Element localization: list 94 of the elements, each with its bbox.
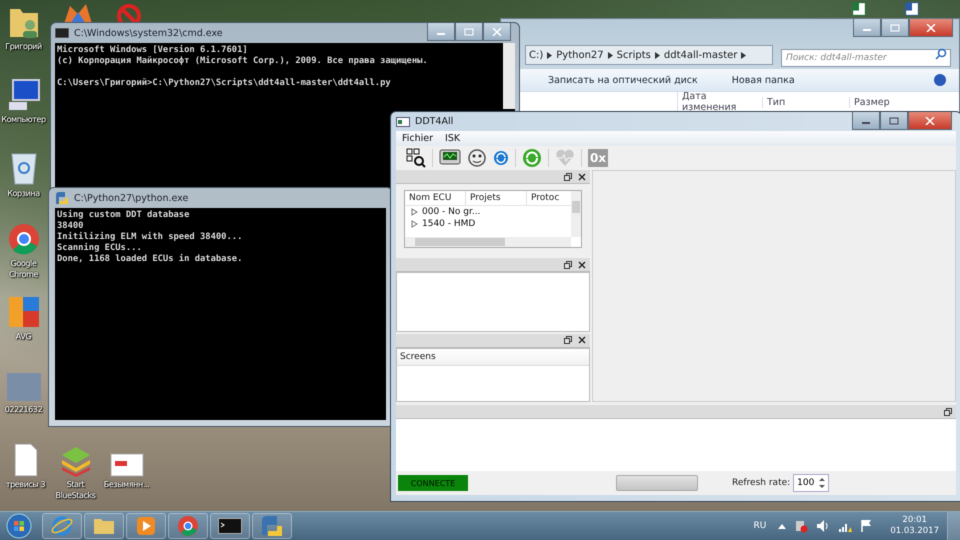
window-title: C:\Windows\system32\cmd.exe: [74, 28, 223, 38]
console-icon: [55, 28, 69, 38]
maximize-button[interactable]: [880, 112, 908, 130]
python-icon: [261, 515, 283, 537]
scrollbar[interactable]: [503, 43, 515, 109]
tree-item[interactable]: 000 - No gr...: [405, 206, 571, 218]
minimize-button[interactable]: [853, 19, 881, 37]
search-icon: [935, 48, 947, 60]
close-button[interactable]: [483, 23, 511, 41]
console-line: Using custom DDT database: [57, 210, 190, 220]
window-title: DDT4All: [415, 116, 454, 127]
desktop-icon-label[interactable]: Безымянн...: [104, 479, 150, 490]
float-icon[interactable]: [564, 260, 572, 269]
close-button[interactable]: [908, 112, 952, 130]
close-icon[interactable]: [578, 336, 586, 344]
console-line: (c) Корпорация Майкрософт (Microsoft Corp.), 2009. Все права защищены.: [57, 56, 428, 66]
browser-icon: [51, 515, 73, 537]
float-icon[interactable]: [564, 172, 572, 180]
toolbar-button[interactable]: Записать на оптический диск: [548, 74, 698, 86]
chevron-icon: [608, 52, 613, 58]
desktop-icon-label[interactable]: тревисы 3: [6, 479, 46, 490]
window-title: C:\Python27\python.exe: [74, 192, 188, 204]
search-field[interactable]: Поиск: ddt4all-master: [781, 49, 951, 67]
clock[interactable]: 20:01 01.03.2017: [890, 515, 939, 537]
column-header[interactable]: Projets: [466, 191, 527, 205]
close-button[interactable]: [909, 19, 953, 37]
expand-arrow-icon[interactable]: [411, 208, 418, 216]
column-header[interactable]: Тип: [762, 96, 849, 108]
close-icon[interactable]: [578, 172, 586, 180]
connection-status: CONNECTE: [398, 475, 468, 491]
close-icon: [925, 116, 935, 124]
maximize-icon: [464, 28, 474, 36]
close-icon: [492, 28, 502, 36]
float-icon[interactable]: [944, 408, 952, 416]
column-header[interactable]: Размер: [849, 96, 890, 108]
desktop-icon-label[interactable]: Григорий: [5, 41, 42, 52]
column-header[interactable]: Nom ECU: [405, 191, 466, 205]
flag-icon[interactable]: [860, 519, 872, 533]
menu-item[interactable]: ISK: [445, 133, 460, 144]
close-icon: [926, 24, 936, 32]
scrollbar[interactable]: [405, 237, 571, 247]
toolbar-button[interactable]: Новая папка: [732, 74, 795, 86]
refresh-rate-label: Refresh rate:: [732, 478, 790, 488]
column-header[interactable]: Protoc: [527, 191, 571, 205]
help-icon[interactable]: [933, 73, 947, 87]
maximize-button[interactable]: [881, 19, 909, 37]
scrollbar[interactable]: [571, 191, 581, 237]
menu-item[interactable]: Fichier: [402, 133, 434, 144]
shield-warning-icon[interactable]: [794, 519, 808, 533]
taskbar-button[interactable]: [210, 513, 250, 539]
chevron-icon: [741, 52, 746, 58]
magnifier-icon[interactable]: [406, 148, 426, 168]
image-file-icon[interactable]: [110, 453, 144, 477]
console-line: Microsoft Windows [Version 6.1.7601]: [57, 45, 248, 55]
language-indicator[interactable]: RU: [753, 521, 766, 531]
tree-item[interactable]: 1540 - HMD: [405, 218, 571, 230]
browser-icon: [177, 515, 199, 537]
maximize-button[interactable]: [455, 23, 483, 41]
chevron-icon: [654, 52, 660, 58]
play-icon: [136, 516, 156, 536]
desktop-icon-label[interactable]: Компьютер: [1, 114, 46, 125]
date: 01.03.2017: [890, 526, 939, 537]
chevron-icon: [547, 52, 552, 58]
minimize-button[interactable]: [427, 23, 455, 41]
taskbar-button[interactable]: [126, 513, 166, 539]
maximize-icon: [890, 24, 900, 32]
console-line: 38400: [57, 221, 84, 231]
console-icon: [218, 518, 242, 534]
desktop-icon-label[interactable]: Корзина: [7, 188, 40, 199]
minimize-button[interactable]: [852, 112, 880, 130]
computer-icon[interactable]: [6, 78, 40, 112]
desktop-icon-label[interactable]: Start BlueStacks: [52, 479, 99, 501]
sync-icon[interactable]: [522, 148, 542, 168]
console-line: C:\Users\Григорий>C:\Python27\Scripts\ddt4all-master\ddt4all.py: [57, 78, 391, 88]
python-icon: [55, 191, 69, 205]
refresh-icon[interactable]: [493, 150, 509, 166]
maximize-icon: [889, 116, 899, 124]
refresh-rate-spinbox[interactable]: 100: [793, 474, 830, 492]
address-bar[interactable]: C:) Python27 Scripts ddt4all-master: [525, 45, 773, 65]
console-line: Done, 1168 loaded ECUs in database.: [57, 254, 242, 264]
console-line: Initilizing ELM with speed 38400...: [57, 232, 242, 242]
expand-arrow-icon[interactable]: [411, 220, 418, 228]
time: 20:01: [902, 515, 927, 526]
app-icon: [396, 116, 410, 126]
expand-tray-icon[interactable]: [778, 523, 786, 529]
float-icon[interactable]: [564, 336, 572, 344]
folder-icon: [93, 516, 115, 536]
spin-arrows-icon[interactable]: [818, 476, 826, 490]
document-icon[interactable]: [12, 443, 38, 477]
browser-icon[interactable]: [6, 222, 40, 256]
console-line: Scanning ECUs...: [57, 243, 142, 253]
volume-icon[interactable]: [816, 519, 830, 533]
close-icon[interactable]: [578, 260, 586, 269]
start-button[interactable]: [6, 513, 32, 539]
